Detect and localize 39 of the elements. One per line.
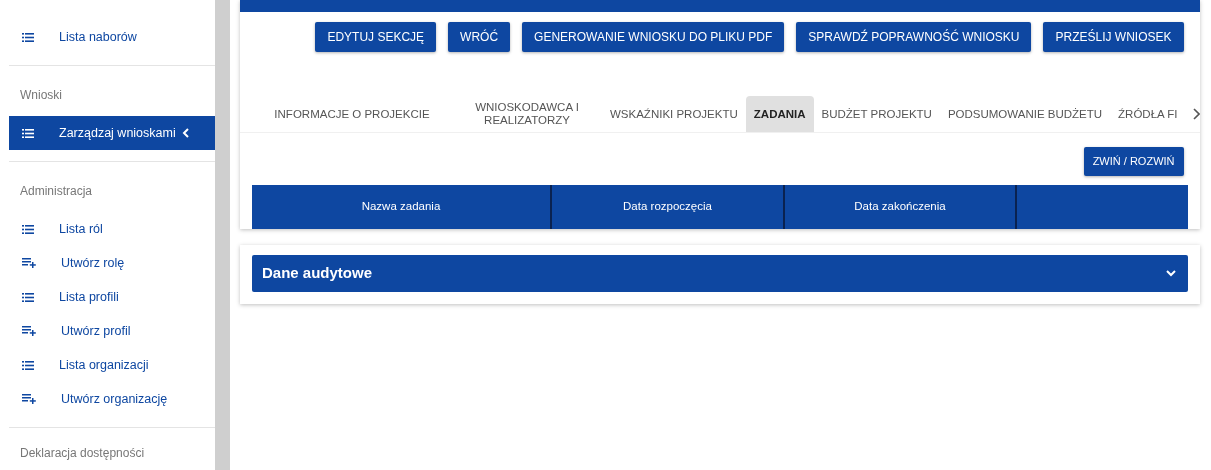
playlist-add-icon [22,326,36,336]
audit-data-panel[interactable]: Dane audytowe [252,254,1188,292]
list-icon [22,128,34,138]
collapse-expand-button[interactable]: ZWIŃ / ROZWIŃ [1083,147,1184,176]
playlist-add-icon [22,258,36,268]
sidebar-item[interactable]: Utwórz rolę [9,246,215,280]
list-icon [22,292,34,302]
list-icon [22,360,34,370]
column-header: Data zakończenia [854,198,946,214]
action-button[interactable]: SPRAWDŹ POPRAWNOŚĆ WNIOSKU [796,22,1032,52]
sidebar-item[interactable]: Utwórz organizację [9,382,215,416]
sidebar-item[interactable]: Zarządzaj wnioskami [9,116,215,150]
list-icon [22,224,34,234]
tab[interactable]: WNIOSKODAWCA I REALIZATORZY [452,96,602,132]
action-button[interactable]: WRÓĆ [448,22,511,52]
section-heading: Deklaracja dostępności [20,445,145,462]
chevron-right-icon[interactable] [1191,108,1200,120]
tab[interactable]: PODSUMOWANIE BUDŻETU [939,96,1111,132]
action-button[interactable]: PRZEŚLIJ WNIOSEK [1043,22,1184,52]
section-heading: Administracja [20,183,93,200]
sidebar-item[interactable]: Lista ról [9,212,215,246]
sidebar-item[interactable]: Lista organizacji [9,348,215,382]
tab[interactable]: ZADANIA [745,96,814,132]
sidebar-item[interactable]: Utwórz profil [9,314,215,348]
list-icon [22,32,34,42]
column-header: Data rozpoczęcia [623,198,712,214]
scrollbar[interactable] [215,0,230,470]
tab[interactable]: ŹRÓDŁA FI [1110,96,1186,132]
section-heading: Wnioski [20,87,62,104]
sidebar-item[interactable]: Lista naborów [9,20,215,54]
chevron-down-icon [1165,269,1176,277]
action-button[interactable]: EDYTUJ SEKCJĘ [315,22,437,52]
tab[interactable]: BUDŻET PROJEKTU [813,96,940,132]
playlist-add-icon [22,394,36,404]
sidebar-item[interactable]: Lista profili [9,280,215,314]
column-header: Nazwa zadania [361,198,441,214]
tab[interactable]: INFORMACJE O PROJEKCIE [252,96,452,132]
tab[interactable]: WSKAŹNIKI PROJEKTU [602,96,746,132]
action-button[interactable]: GENEROWANIE WNIOSKU DO PLIKU PDF [522,22,785,52]
